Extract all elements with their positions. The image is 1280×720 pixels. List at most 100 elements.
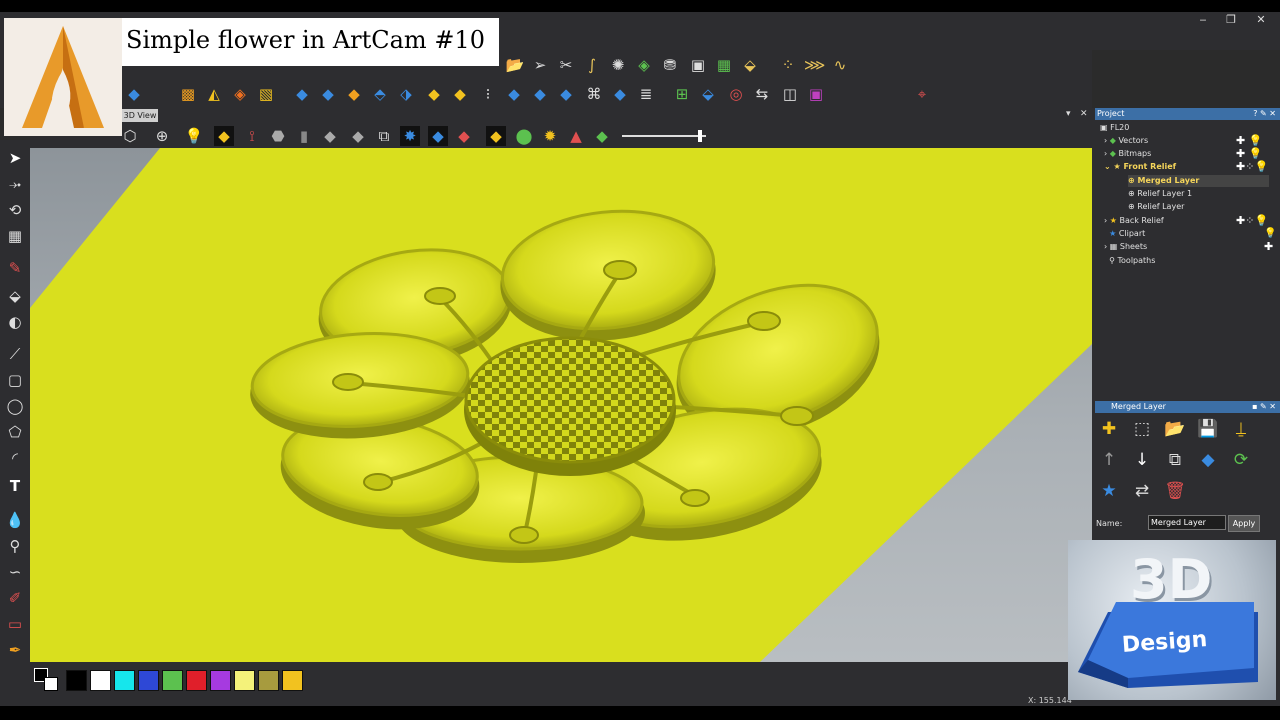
combine-icon[interactable]: ◆ (344, 84, 364, 104)
apply-layer-icon[interactable]: ⟳ (1230, 449, 1252, 471)
text-tool-icon[interactable]: T (5, 476, 25, 496)
nodes-icon[interactable]: ⁘ (778, 55, 798, 75)
weave-icon[interactable]: ⌘ (584, 84, 604, 104)
add-relief-icon[interactable]: ◆ (292, 84, 312, 104)
group-icon[interactable]: ▦ (714, 55, 734, 75)
add-relief-layer-icon[interactable]: ✚⁘💡 (1236, 161, 1268, 173)
erase-paint-icon[interactable]: ▭ (5, 614, 25, 634)
relief-blue-icon[interactable]: ◆ (124, 84, 144, 104)
flatten-icon[interactable]: ◆ (610, 84, 630, 104)
fill-bucket-icon[interactable]: ✒ (5, 640, 25, 660)
apply-button[interactable]: Apply (1228, 515, 1260, 532)
object-icon[interactable]: ⬤ (514, 126, 534, 146)
stamp-layer-icon[interactable]: ⍊ (1230, 418, 1252, 440)
rectangle-tool-icon[interactable]: ▢ (5, 370, 25, 390)
new-layer-icon[interactable]: ✚ (1098, 418, 1120, 440)
grid-tool-icon[interactable]: ▦ (5, 226, 25, 246)
delete-layer-icon[interactable]: 🗑 (1164, 480, 1186, 502)
copy-layer-icon[interactable]: ⧉ (1164, 449, 1186, 471)
pattern-icon[interactable]: ⋙ (804, 55, 825, 75)
pyramid-icon[interactable]: ◭ (204, 84, 224, 104)
add-vector-icon[interactable]: ✚ 💡 (1236, 135, 1262, 147)
merge-layer-icon[interactable]: ◆ (1197, 449, 1219, 471)
fill-icon[interactable]: ◆ (424, 84, 444, 104)
eraser-tool-icon[interactable]: ⬙ (5, 286, 25, 306)
tree-item-back-relief[interactable]: › ★ Back Relief (1104, 215, 1164, 227)
tree-item-bitmaps[interactable]: › ◆ Bitmaps (1104, 148, 1151, 160)
shape-icon[interactable]: ⬘ (370, 84, 390, 104)
minimize-button[interactable]: ‒ (1190, 12, 1216, 28)
crosshair-icon[interactable]: ⌖ (912, 84, 932, 104)
layer-stack-icon[interactable]: ◆ (530, 84, 550, 104)
select-arrow-icon[interactable]: ➤ (5, 148, 25, 168)
pen-tool-icon[interactable]: ✎ (5, 258, 25, 278)
paint-tool-icon[interactable]: ✐ (5, 588, 25, 608)
back-relief-icon[interactable]: ◆ (454, 126, 474, 146)
polygon-tool-icon[interactable]: ⬠ (5, 422, 25, 442)
zoom-icon[interactable]: ⊕ (152, 126, 172, 146)
secondary-color-swatch[interactable] (44, 677, 58, 691)
load-layer-icon[interactable]: 📂 (1164, 418, 1186, 440)
subtract-relief-icon[interactable]: ◆ (318, 84, 338, 104)
mirror-icon[interactable]: ◫ (780, 84, 800, 104)
vector-arrow-icon[interactable]: ➢ (530, 55, 550, 75)
front-relief-icon[interactable]: ◆ (428, 126, 448, 146)
cube-icon[interactable]: ⬡ (120, 126, 140, 146)
palette-icon[interactable]: ◆ (592, 126, 612, 146)
palette-swatch[interactable] (210, 670, 231, 691)
palette-swatch[interactable] (90, 670, 111, 691)
curve-icon[interactable]: ∫ (582, 55, 602, 75)
tree-item-merged-layer[interactable]: ⊕ Merged Layer (1128, 175, 1270, 187)
sun-icon[interactable]: ✹ (540, 126, 560, 146)
link-layer-icon[interactable]: ⇄ (1131, 480, 1153, 502)
color-relief-icon[interactable]: ◆ (486, 126, 506, 146)
relief-icon[interactable]: ⬙ (740, 55, 760, 75)
drop-tool-icon[interactable]: 💧 (5, 510, 25, 530)
transform-icon[interactable]: ⇆ (752, 84, 772, 104)
palette-swatch[interactable] (138, 670, 159, 691)
layers-icon[interactable]: ◆ (348, 126, 368, 146)
split-view-icon[interactable]: ⧉ (374, 126, 394, 146)
texture-icon[interactable]: ▩ (178, 84, 198, 104)
sculpt-icon[interactable]: ⬗ (396, 84, 416, 104)
axis-icon[interactable]: ⟟ (242, 126, 262, 146)
shading-icon[interactable]: ◆ (214, 126, 234, 146)
spiral-icon[interactable]: ◎ (726, 84, 746, 104)
node-edit-icon[interactable]: ⤞ (5, 174, 25, 194)
restore-button[interactable]: ❐ (1218, 12, 1244, 28)
material-icon[interactable]: ◆ (320, 126, 340, 146)
view-close-button[interactable]: ✕ (1080, 109, 1088, 119)
select-area-icon[interactable]: ▣ (806, 84, 826, 104)
palette-swatch[interactable] (114, 670, 135, 691)
wave-icon[interactable]: ∿ (830, 55, 850, 75)
smooth-icon[interactable]: ◆ (450, 84, 470, 104)
layer-green-icon[interactable]: ◈ (634, 55, 654, 75)
point-icon[interactable]: ⁝ (478, 84, 498, 104)
palette-swatch[interactable] (162, 670, 183, 691)
star-layer-icon[interactable]: ★ (1098, 480, 1120, 502)
rgb-icon[interactable]: ▲ (566, 126, 586, 146)
tree-item-sheets[interactable]: › ▦ Sheets (1104, 241, 1147, 253)
move-down-icon[interactable]: ↓ (1131, 449, 1153, 471)
light-icon[interactable]: 💡 (184, 126, 204, 146)
extrude-icon[interactable]: ⬙ (698, 84, 718, 104)
tab-3d-view[interactable]: 3D View (122, 109, 158, 122)
brush-tool-icon[interactable]: ⚲ (5, 536, 25, 556)
tree-item-clipart[interactable]: ★ Clipart (1104, 228, 1145, 240)
puzzle-icon[interactable]: ⬣ (268, 126, 288, 146)
star-burst-icon[interactable]: ✺ (608, 55, 628, 75)
layer-name-input[interactable] (1148, 515, 1226, 530)
transform-tool-icon[interactable]: ⟲ (5, 200, 25, 220)
palette-swatch[interactable] (186, 670, 207, 691)
arc-tool-icon[interactable]: ◜ (5, 448, 25, 468)
palette-swatch[interactable] (66, 670, 87, 691)
save-layer-icon[interactable]: 💾 (1197, 418, 1219, 440)
circle-tool-icon[interactable]: ◯ (5, 396, 25, 416)
layer-panel-controls[interactable]: ▪ ✎ ✕ (1252, 401, 1276, 413)
plus-box-icon[interactable]: ⊞ (672, 84, 692, 104)
frame-icon[interactable]: ▣ (688, 55, 708, 75)
tree-item-relief-layer-1[interactable]: ⊕ Relief Layer 1 (1128, 188, 1192, 200)
move-up-icon[interactable]: ↑ (1098, 449, 1120, 471)
stamp-icon[interactable]: ⛃ (660, 55, 680, 75)
project-panel-controls[interactable]: ? ✎ ✕ (1253, 108, 1276, 120)
